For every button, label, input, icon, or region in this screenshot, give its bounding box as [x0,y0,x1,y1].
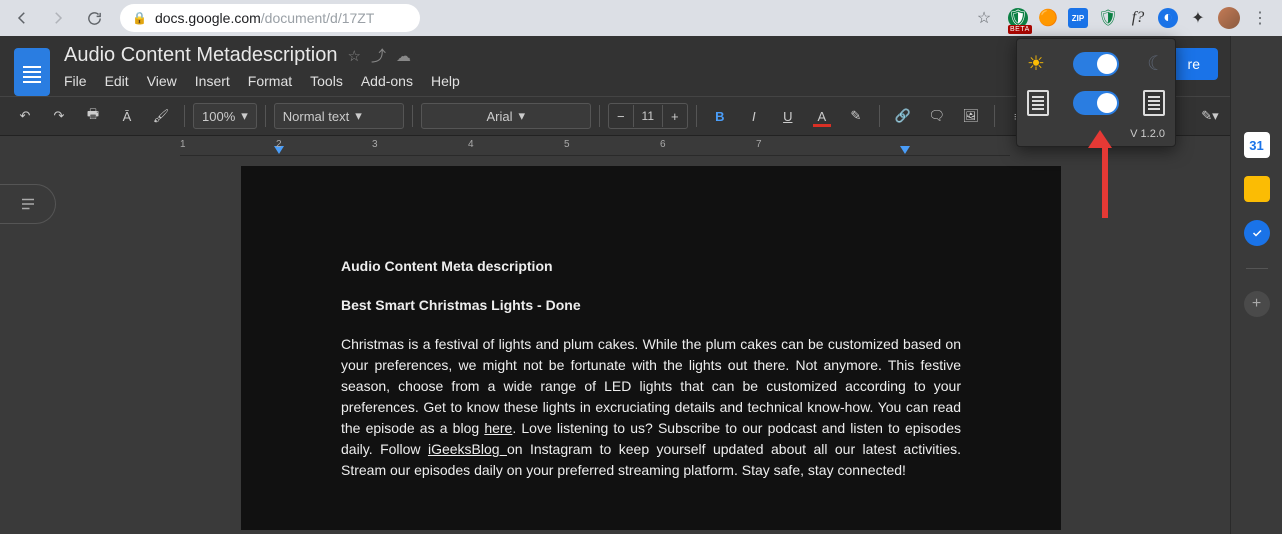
document-title[interactable]: Audio Content Metadescription [64,44,338,67]
italic-button[interactable]: I [739,101,769,131]
light-doc-icon [1027,90,1049,116]
ruler-tick-label: 5 [564,139,570,150]
menu-insert[interactable]: Insert [195,73,230,89]
adblock-extension-icon[interactable]: 🛡 [1098,8,1118,28]
dark-doc-icon [1143,90,1165,116]
print-button[interactable]: 🖶 [78,101,108,131]
menu-tools[interactable]: Tools [310,73,343,89]
browser-menu-icon[interactable]: ⋮ [1250,8,1270,28]
menu-edit[interactable]: Edit [105,73,129,89]
insert-link-button[interactable]: 🔗 [888,101,918,131]
whatfont-extension-icon[interactable]: f? [1128,8,1148,28]
darkmode-extension-icon[interactable]: ◐ [1158,8,1178,28]
font-size-control: − 11 + [608,103,688,129]
outline-toggle-button[interactable] [0,184,56,224]
ruler-tick-label: 2 [276,139,282,150]
ruler-tick-label: 7 [756,139,762,150]
theme-toggle[interactable] [1073,52,1119,76]
font-select[interactable]: Arial ▾ [421,103,591,129]
ruler-tick-label: 1 [180,139,186,150]
address-bar[interactable]: 🔒 docs.google.com/document/d/17ZT [120,4,420,32]
insert-image-button[interactable]: 🖼 [956,101,986,131]
side-panel-rail: 31 + [1230,36,1282,534]
paint-format-button[interactable]: 🖌 [146,101,176,131]
keep-panel-icon[interactable] [1244,176,1270,202]
menu-help[interactable]: Help [431,73,460,89]
editor-workspace: Audio Content Meta description Best Smar… [0,156,1282,530]
extensions-menu-icon[interactable]: ✦ [1188,8,1208,28]
underline-button[interactable]: U [773,101,803,131]
font-size-decrease[interactable]: − [609,104,633,128]
moon-icon: ☾ [1147,51,1165,76]
horizontal-ruler[interactable]: 1 2 3 4 5 6 7 [180,136,1010,156]
add-panel-button[interactable]: + [1244,291,1270,317]
ruler-tick-label: 3 [372,139,378,150]
calendar-panel-icon[interactable]: 31 [1244,132,1270,158]
tasks-panel-icon[interactable] [1244,220,1270,246]
doc-heading: Audio Content Meta description [341,256,961,277]
menu-addons[interactable]: Add-ons [361,73,413,89]
menu-view[interactable]: View [147,73,177,89]
redo-button[interactable]: ↷ [44,101,74,131]
undo-button[interactable]: ↶ [10,101,40,131]
star-icon[interactable]: ☆ [348,47,361,65]
chevron-down-icon: ▾ [355,108,362,124]
chevron-down-icon: ▾ [519,108,526,124]
right-indent-marker[interactable] [900,146,910,154]
font-size-value[interactable]: 11 [633,105,663,127]
lock-icon: 🔒 [132,11,147,25]
text-color-button[interactable]: A [807,101,837,131]
chevron-down-icon: ▾ [241,108,248,124]
forward-button[interactable] [44,4,72,32]
share-button[interactable]: re [1170,48,1218,80]
url-text: docs.google.com/document/d/17ZT [155,10,374,26]
ruler-tick-label: 6 [660,139,666,150]
extension-version: V 1.2.0 [1130,128,1165,140]
menu-file[interactable]: File [64,73,87,89]
editing-mode-button[interactable]: ✎▾ [1195,101,1225,131]
page-toggle[interactable] [1073,91,1119,115]
menu-format[interactable]: Format [248,73,292,89]
cloud-status-icon[interactable]: ☁ [396,47,411,65]
reload-button[interactable] [80,4,108,32]
shield-extension-icon[interactable]: 🛡 [1008,8,1028,28]
highlight-button[interactable]: ✎ [841,101,871,131]
insert-comment-button[interactable]: 🗨 [922,101,952,131]
link-here[interactable]: here [484,420,512,436]
bold-button[interactable]: B [705,101,735,131]
annotation-arrow [1097,130,1112,218]
zoom-select[interactable]: 100% ▾ [193,103,257,129]
spellcheck-button[interactable]: Ᾱ [112,101,142,131]
browser-toolbar: 🔒 docs.google.com/document/d/17ZT ☆ 🛡 🟠 … [0,0,1282,36]
paragraph-style-select[interactable]: Normal text ▾ [274,103,404,129]
move-icon[interactable]: ⤴ [371,45,386,66]
doc-subheading: Best Smart Christmas Lights - Done [341,295,961,316]
link-igeeksblog[interactable]: iGeeksBlog [428,441,507,457]
extension-tray: ☆ 🛡 🟠 ZIP 🛡 f? ◐ ✦ ⋮ [970,4,1274,32]
font-size-increase[interactable]: + [663,104,687,128]
bookmark-star-icon[interactable]: ☆ [970,4,998,32]
profile-avatar[interactable] [1218,7,1240,29]
docs-logo-icon[interactable] [14,48,50,96]
ruler-tick-label: 4 [468,139,474,150]
document-page[interactable]: Audio Content Meta description Best Smar… [241,166,1061,530]
rail-separator [1246,268,1268,269]
back-button[interactable] [8,4,36,32]
zip-extension-icon[interactable]: ZIP [1068,8,1088,28]
sun-icon: ☀ [1027,51,1045,76]
analyze-extension-icon[interactable]: 🟠 [1038,8,1058,28]
doc-body: Christmas is a festival of lights and pl… [341,334,961,481]
